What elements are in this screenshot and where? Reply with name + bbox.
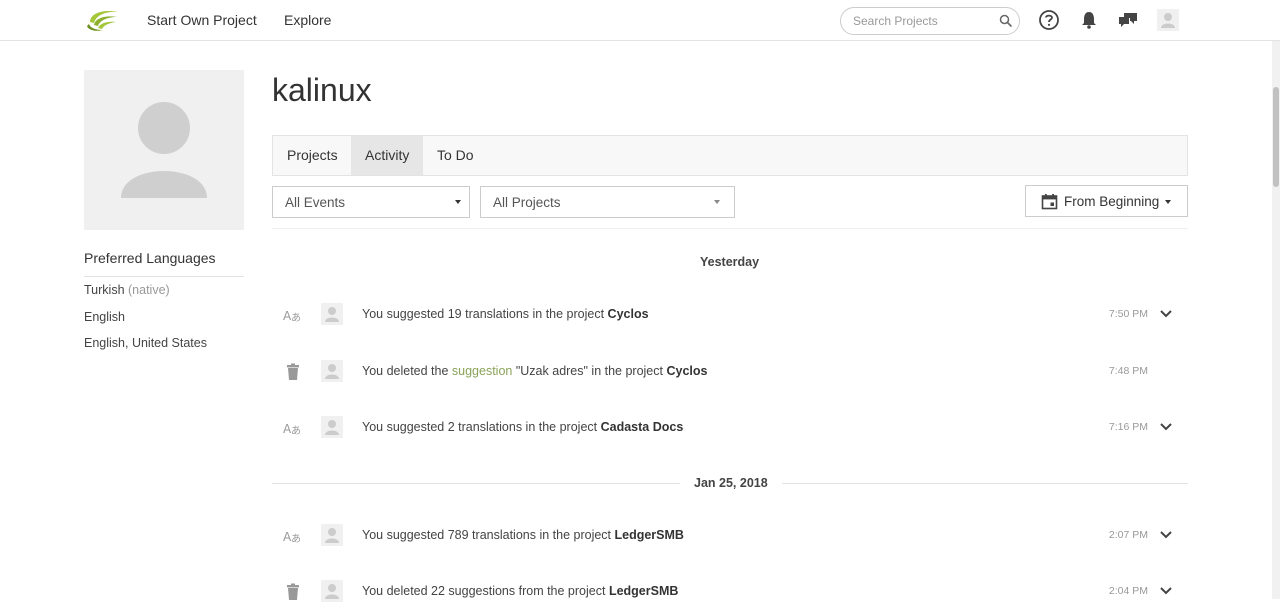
event-description: "Uzak adres" in the project [512, 364, 667, 378]
project-name[interactable]: Cadasta Docs [601, 420, 684, 434]
project-name[interactable]: LedgerSMB [609, 584, 678, 598]
suggestion-link[interactable]: suggestion [452, 364, 512, 378]
svg-text:あ: あ [291, 425, 301, 437]
tab-activity[interactable]: Activity [351, 136, 424, 175]
tab-to-do[interactable]: To Do [423, 136, 488, 175]
event-time: 2:04 PM [1108, 585, 1148, 597]
divider [272, 228, 1188, 229]
bell-icon[interactable] [1078, 9, 1100, 31]
events-filter-select[interactable]: All Events [272, 186, 470, 218]
event-time: 7:50 PM [1108, 308, 1148, 320]
user-silhouette-icon [325, 528, 339, 543]
events-filter-value: All Events [285, 195, 346, 210]
chevron-down-icon[interactable] [1159, 586, 1173, 596]
event-time: 7:48 PM [1108, 365, 1148, 377]
projects-filter-select[interactable]: All Projects [480, 186, 735, 218]
activity-event: A あ You suggested 789 translations in th… [272, 521, 1188, 551]
logo-icon[interactable] [84, 6, 122, 34]
page-title: kalinux [272, 72, 372, 108]
start-own-project-link[interactable]: Start Own Project [147, 12, 257, 28]
caret-down-icon [1165, 200, 1171, 204]
date-range-button[interactable]: From Beginning [1025, 185, 1188, 217]
search-icon[interactable] [999, 14, 1013, 28]
event-description: You deleted 22 suggestions from the proj… [362, 584, 609, 598]
user-silhouette-icon [121, 102, 207, 198]
svg-text:あ: あ [291, 312, 301, 324]
chevron-down-icon[interactable] [1159, 530, 1173, 540]
profile-tabs: Projects Activity To Do [272, 135, 1188, 176]
user-silhouette-icon [325, 364, 339, 379]
explore-link[interactable]: Explore [284, 12, 331, 28]
projects-filter-value: All Projects [493, 195, 561, 210]
trash-icon [287, 363, 299, 380]
caret-down-icon [714, 200, 720, 204]
language-name: English, United States [84, 336, 207, 350]
divider [84, 276, 244, 277]
preferred-languages-title: Preferred Languages [84, 250, 216, 266]
scrollbar-thumb[interactable] [1273, 87, 1279, 187]
avatar[interactable] [321, 303, 343, 325]
language-note: (native) [128, 283, 170, 297]
user-silhouette-icon [1161, 13, 1175, 28]
chevron-down-icon[interactable] [1159, 309, 1173, 319]
caret-down-icon [455, 200, 461, 204]
tab-projects[interactable]: Projects [273, 136, 352, 175]
search-box[interactable] [840, 7, 1020, 35]
page-scrollbar[interactable] [1272, 41, 1280, 599]
activity-event: A あ You suggested 19 translations in the… [272, 300, 1188, 330]
event-description: You deleted the [362, 364, 452, 378]
activity-event: A あ You suggested 2 translations in the … [272, 413, 1188, 443]
activity-event: You deleted 22 suggestions from the proj… [272, 577, 1188, 607]
event-description: You suggested 789 translations in the pr… [362, 528, 615, 542]
top-navbar: Start Own Project Explore [0, 0, 1280, 41]
avatar[interactable] [321, 360, 343, 382]
language-name: English [84, 310, 125, 324]
project-name[interactable]: Cyclos [666, 364, 707, 378]
day-header: Yesterday [686, 255, 774, 269]
date-range-label: From Beginning [1064, 194, 1160, 209]
language-name: Turkish [84, 283, 125, 297]
translate-icon: A あ [283, 309, 301, 324]
project-name[interactable]: LedgerSMB [615, 528, 684, 542]
project-name[interactable]: Cyclos [608, 307, 649, 321]
event-description: You suggested 2 translations in the proj… [362, 420, 601, 434]
user-avatar-icon[interactable] [1157, 9, 1179, 31]
activity-event: You deleted the suggestion "Uzak adres" … [272, 357, 1188, 387]
event-text: You suggested 19 translations in the pro… [362, 307, 649, 321]
language-item: English, United States [84, 336, 207, 350]
day-header: Jan 25, 2018 [680, 476, 782, 490]
chevron-down-icon[interactable] [1159, 422, 1173, 432]
event-text: You suggested 2 translations in the proj… [362, 420, 683, 434]
translate-icon: A あ [283, 422, 301, 437]
svg-text:あ: あ [291, 533, 301, 545]
language-item: Turkish (native) [84, 283, 170, 297]
trash-icon [287, 583, 299, 600]
search-input[interactable] [853, 13, 993, 29]
user-silhouette-icon [325, 307, 339, 322]
event-time: 2:07 PM [1108, 529, 1148, 541]
translate-icon: A あ [283, 530, 301, 545]
user-silhouette-icon [325, 420, 339, 435]
event-time: 7:16 PM [1108, 421, 1148, 433]
avatar[interactable] [321, 416, 343, 438]
event-text: You suggested 789 translations in the pr… [362, 528, 684, 542]
avatar[interactable] [321, 524, 343, 546]
help-icon[interactable] [1038, 9, 1060, 31]
calendar-icon [1041, 194, 1058, 210]
event-text: You deleted 22 suggestions from the proj… [362, 584, 678, 598]
messages-icon[interactable] [1117, 9, 1139, 31]
language-item: English [84, 310, 125, 324]
profile-avatar [84, 70, 244, 230]
event-text: You deleted the suggestion "Uzak adres" … [362, 364, 707, 378]
event-description: You suggested 19 translations in the pro… [362, 307, 608, 321]
